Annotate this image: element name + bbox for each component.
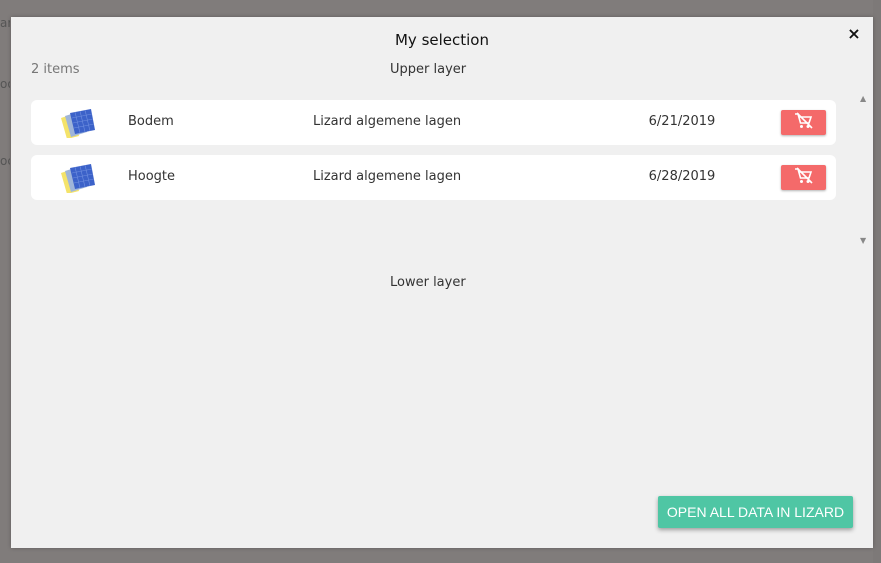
list-item[interactable]: Hoogte Lizard algemene lagen 6/28/2019	[31, 155, 836, 200]
item-date: 6/28/2019	[648, 169, 716, 184]
modal-title: My selection	[394, 31, 489, 49]
upper-layer-label: Upper layer	[390, 62, 467, 77]
raster-layers-icon	[59, 108, 99, 139]
remove-from-selection-button[interactable]	[781, 165, 826, 190]
item-name: Bodem	[128, 114, 174, 129]
remove-from-cart-icon	[794, 111, 814, 134]
close-icon: ×	[847, 24, 861, 43]
open-all-in-lizard-button[interactable]: OPEN ALL DATA IN LIZARD	[658, 496, 853, 528]
background-text: oo	[0, 77, 10, 91]
selection-modal: My selection × 2 items Upper layer ▲ Bod…	[11, 17, 873, 548]
item-date: 6/21/2019	[648, 114, 716, 129]
background-overlay	[873, 0, 881, 563]
item-count: 2 items	[31, 62, 80, 77]
scroll-down-arrow-icon[interactable]: ▼	[860, 237, 868, 245]
background-text: ar	[0, 16, 10, 30]
scroll-up-arrow-icon[interactable]: ▲	[860, 95, 868, 103]
close-button[interactable]: ×	[845, 25, 863, 43]
lower-layer-label: Lower layer	[390, 275, 466, 290]
list-item[interactable]: Bodem Lizard algemene lagen 6/21/2019	[31, 100, 836, 145]
item-organisation: Lizard algemene lagen	[313, 114, 462, 129]
background-text: oc	[0, 154, 10, 168]
item-name: Hoogte	[128, 169, 176, 184]
remove-from-cart-icon	[794, 166, 814, 189]
item-organisation: Lizard algemene lagen	[313, 169, 462, 184]
selection-list: Bodem Lizard algemene lagen 6/21/2019 Ho…	[31, 100, 836, 210]
remove-from-selection-button[interactable]	[781, 110, 826, 135]
raster-layers-icon	[59, 163, 99, 194]
